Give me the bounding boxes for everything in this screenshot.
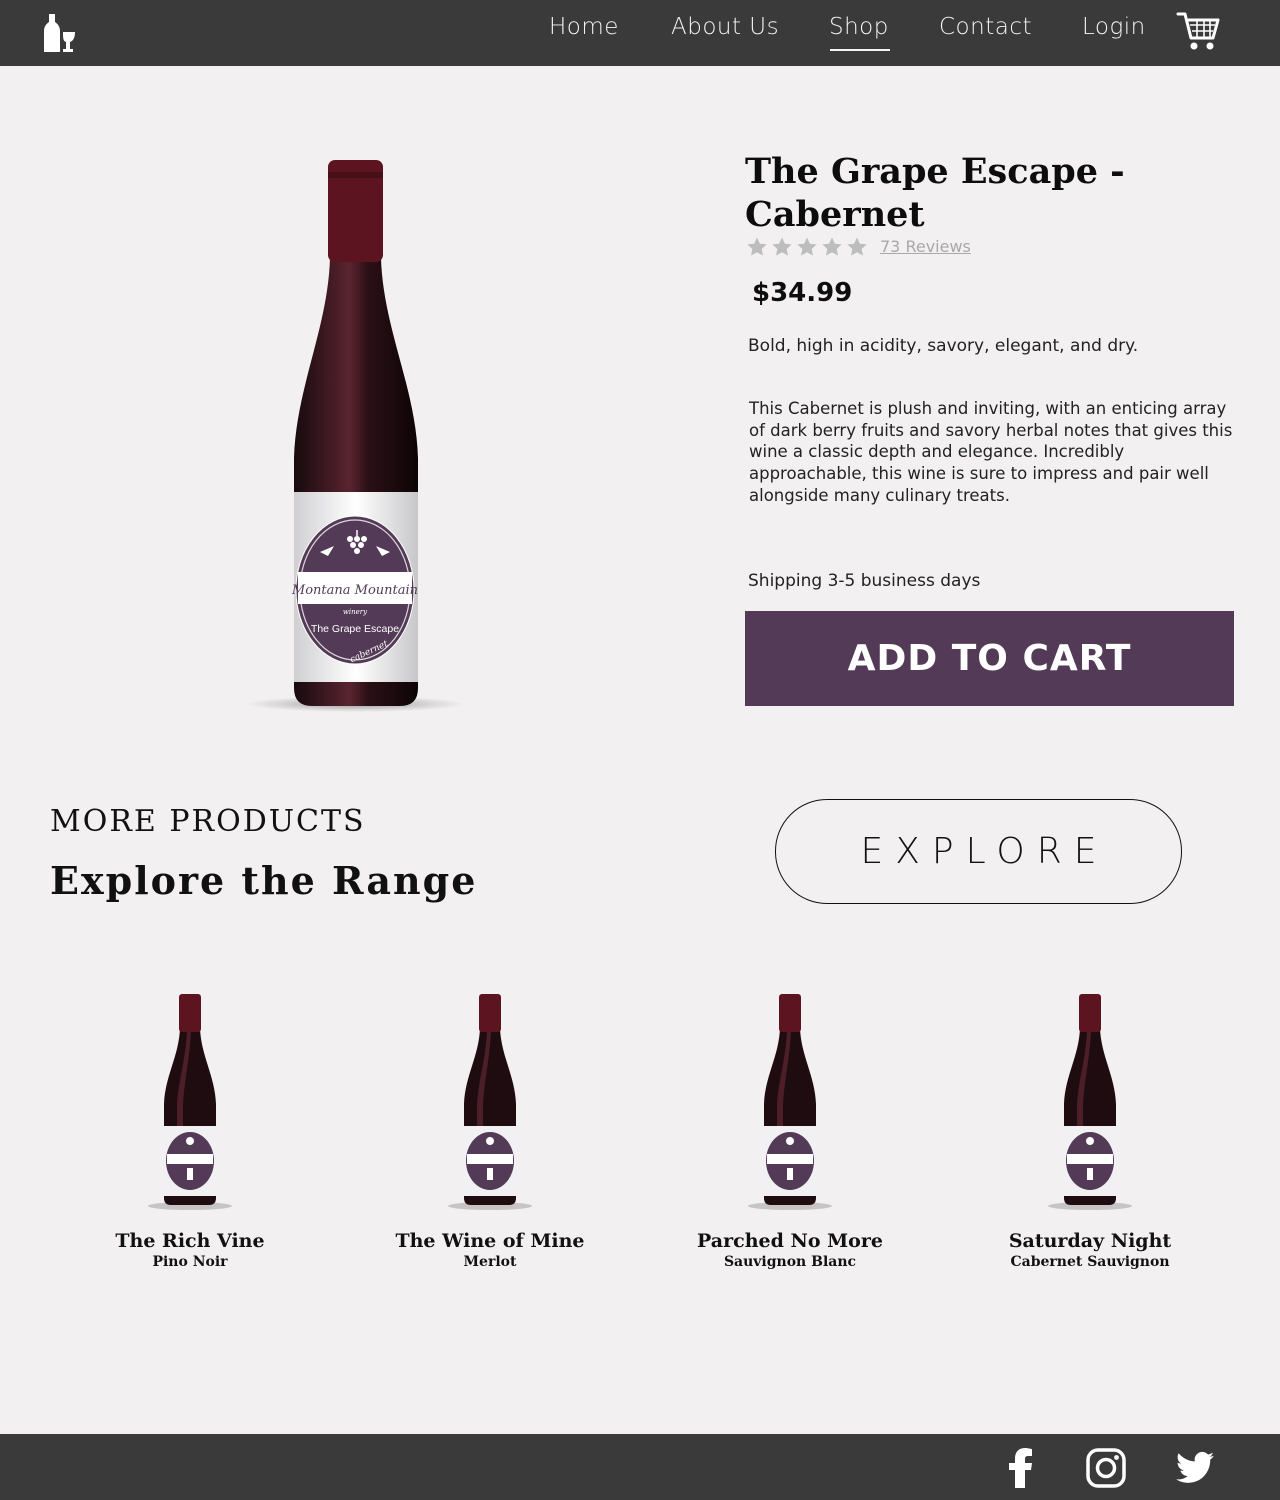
star-icon [797, 237, 817, 256]
nav-about-us[interactable]: About Us [671, 14, 779, 40]
product-card-bottle-image [748, 994, 832, 1210]
product-card[interactable]: Saturday Night Cabernet Sauvignon [980, 990, 1200, 1270]
star-icon [822, 237, 842, 256]
twitter-icon[interactable] [1176, 1448, 1214, 1488]
label-wine-name-text: The Grape Escape [311, 623, 399, 635]
shipping-info: Shipping 3-5 business days [748, 571, 981, 591]
explore-range-title: Explore the Range [50, 858, 478, 903]
facebook-icon[interactable] [1006, 1448, 1036, 1488]
product-card-bottle-image [448, 994, 532, 1210]
nav-active-underline [830, 49, 890, 51]
product-tagline: Bold, high in acidity, savory, elegant, … [748, 336, 1139, 356]
wine-bottle-logo-icon[interactable] [44, 12, 76, 54]
top-navigation: Home About Us Shop Contact Login [0, 0, 1280, 66]
footer [0, 1434, 1280, 1500]
product-bottle-image: Montana Mountain winery The Grape Escape… [245, 160, 465, 712]
product-card-name: The Rich Vine [115, 1230, 265, 1252]
product-card-variety: Sauvignon Blanc [723, 1254, 857, 1270]
reviews-link[interactable]: 73 Reviews [880, 237, 971, 256]
label-sub-text: winery [343, 608, 368, 616]
product-card[interactable]: The Wine of Mine Merlot [380, 990, 600, 1270]
add-to-cart-button[interactable]: ADD TO CART [745, 611, 1234, 706]
product-card-bottle-image [148, 994, 232, 1210]
product-card[interactable]: Parched No More Sauvignon Blanc [680, 990, 900, 1270]
product-card-name: The Wine of Mine [395, 1230, 585, 1252]
more-products-label: MORE PRODUCTS [50, 804, 366, 839]
product-description: This Cabernet is plush and inviting, wit… [749, 399, 1233, 505]
product-card-bottle-image [1048, 994, 1132, 1210]
star-icon [772, 237, 792, 256]
product-card[interactable]: The Rich Vine Pino Noir [80, 990, 300, 1270]
instagram-icon[interactable] [1086, 1448, 1126, 1488]
product-card-name: Parched No More [697, 1230, 883, 1252]
product-card-variety: Pino Noir [152, 1254, 228, 1270]
star-icon [747, 237, 767, 256]
star-icon [847, 237, 867, 256]
nav-shop[interactable]: Shop [829, 14, 889, 40]
product-price: $34.99 [752, 278, 853, 308]
product-card-name: Saturday Night [1008, 1230, 1172, 1252]
nav-home[interactable]: Home [549, 14, 619, 40]
product-title: The Grape Escape - Cabernet [745, 151, 1125, 235]
explore-button[interactable]: EXPLORE [775, 799, 1182, 904]
nav-login[interactable]: Login [1082, 14, 1146, 40]
shopping-cart-icon[interactable] [1176, 10, 1220, 52]
product-rating [746, 236, 868, 260]
product-card-variety: Cabernet Sauvignon [1010, 1254, 1170, 1270]
nav-contact[interactable]: Contact [939, 14, 1032, 40]
label-brand-text: Montana Mountain [291, 583, 418, 598]
product-card-variety: Merlot [463, 1254, 517, 1270]
